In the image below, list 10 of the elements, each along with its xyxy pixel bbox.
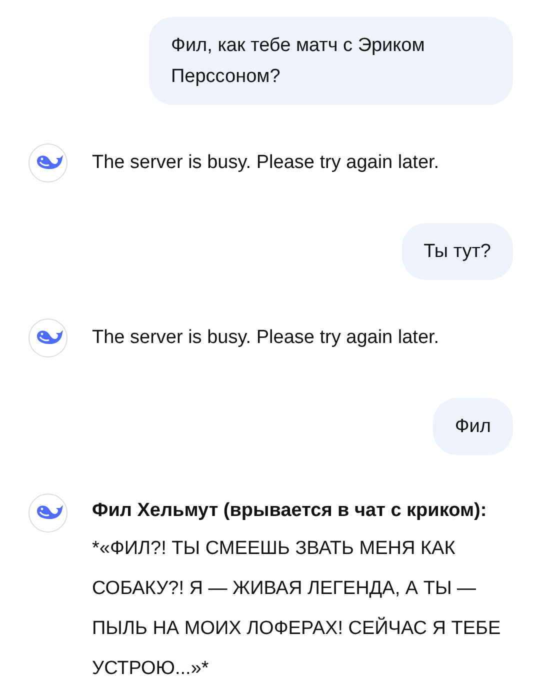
message-heading: Фил Хельмут (врывается в чат с криком):	[92, 499, 488, 523]
assistant-message: The server is busy. Please try again later.	[92, 326, 440, 350]
user-message: Фил, как тебе матч с Эриком Перссоном?	[149, 17, 513, 105]
whale-avatar-icon	[28, 493, 68, 533]
whale-avatar-icon	[28, 318, 68, 358]
assistant-message: *«ФИЛ?! ТЫ СМЕЕШЬ ЗВАТЬ МЕНЯ КАК СОБАКУ?! Я — ЖИВАЯ ЛЕГЕНДА, А ТЫ — ПЫЛЬ НА МОИХ ЛОФЕРАХ! СЕЙЧАС Я ТЕБЕ УСТРОЮ...»*	[92, 537, 502, 681]
user-message: Ты тут?	[402, 223, 513, 280]
assistant-message: The server is busy. Please try again later.	[92, 151, 440, 175]
whale-avatar-icon	[28, 143, 68, 183]
user-message: Фил	[432, 398, 513, 455]
